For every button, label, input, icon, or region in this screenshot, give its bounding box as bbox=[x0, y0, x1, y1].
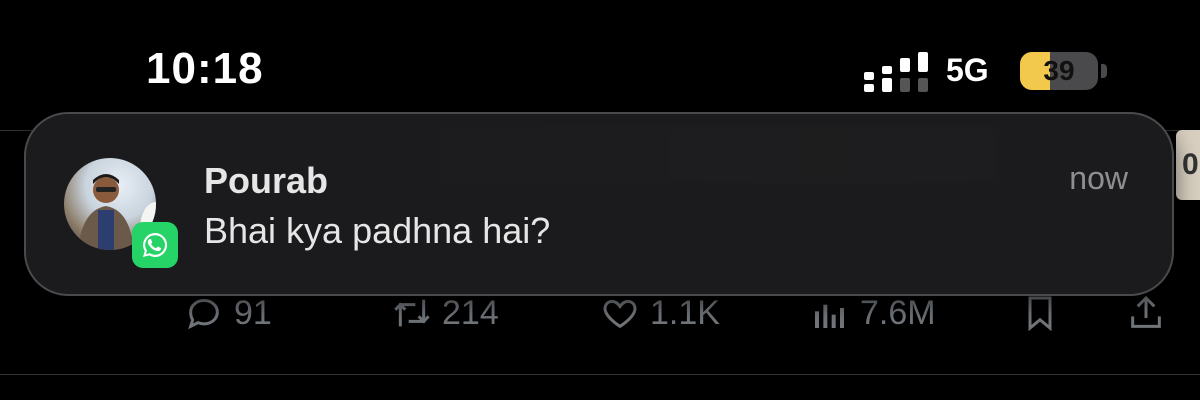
views-count: 7.6M bbox=[860, 293, 936, 332]
views-icon bbox=[815, 304, 844, 328]
tweet-media-edge[interactable]: 0 bbox=[1176, 130, 1200, 200]
tweet-actions: 91 214 1.1K 7.6M bbox=[0, 290, 1200, 340]
status-time: 10:18 bbox=[146, 44, 264, 93]
like-count: 1.1K bbox=[650, 293, 720, 332]
share-icon bbox=[1131, 295, 1161, 328]
battery-cap bbox=[1101, 64, 1107, 78]
battery-indicator: 39 bbox=[1020, 52, 1098, 90]
tweet-media-edge-text: 0 bbox=[1182, 148, 1199, 181]
network-type: 5G bbox=[946, 52, 989, 88]
views-button[interactable]: 7.6M bbox=[810, 290, 936, 336]
notification-sender: Pourab bbox=[204, 160, 329, 201]
notification-time: now bbox=[1069, 160, 1128, 196]
reply-icon bbox=[188, 298, 219, 330]
reply-button[interactable]: 91 bbox=[184, 290, 272, 336]
whatsapp-icon bbox=[143, 232, 168, 257]
tweet-divider-bottom bbox=[0, 374, 1200, 375]
share-button[interactable] bbox=[1126, 290, 1166, 336]
notification-message: Bhai kya padhna hai? bbox=[204, 210, 551, 251]
repost-count: 214 bbox=[442, 293, 499, 332]
whatsapp-badge bbox=[132, 222, 178, 268]
like-icon bbox=[603, 299, 637, 329]
bookmark-icon bbox=[1028, 296, 1052, 332]
repost-button[interactable]: 214 bbox=[392, 290, 499, 336]
repost-icon bbox=[394, 299, 430, 327]
battery-level: 39 bbox=[1043, 55, 1075, 86]
notification-banner[interactable]: Pourab Bhai kya padhna hai? now bbox=[24, 112, 1174, 296]
status-bar: 10:18 5G 39 bbox=[0, 0, 1200, 110]
cellular-signal-icon bbox=[864, 52, 928, 92]
reply-count: 91 bbox=[234, 293, 272, 332]
bookmark-button[interactable] bbox=[1020, 290, 1060, 336]
like-button[interactable]: 1.1K bbox=[600, 290, 720, 336]
